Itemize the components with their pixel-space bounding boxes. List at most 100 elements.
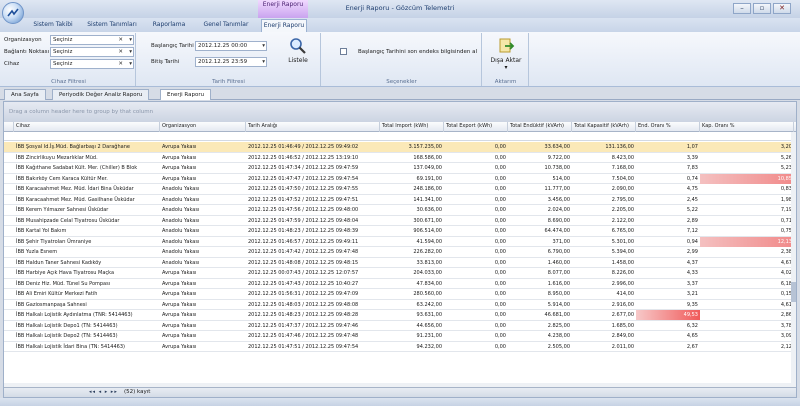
column-header[interactable]: Kap. Oranı %	[700, 122, 794, 132]
cell-total-import[interactable]: 30.636,00	[380, 205, 444, 215]
table-row[interactable]: İBB Halkalı Lojistik Depo2 (TN: 5414463)…	[4, 331, 794, 342]
cell-device[interactable]: İBB Haldun Taner Sahnesi Kadıköy	[14, 258, 160, 268]
cell-inductive-ratio[interactable]: 3,39	[636, 153, 700, 163]
cell-capacitive-ratio[interactable]: 0,83	[700, 184, 794, 194]
auto-filter-row[interactable]	[4, 132, 796, 141]
cell-total-capacitive[interactable]: 5.301,00	[572, 237, 636, 247]
cell-inductive-ratio[interactable]: 2,67	[636, 342, 700, 352]
cell-capacitive-ratio[interactable]: 5,26	[700, 153, 794, 163]
cell-date-range[interactable]: 2012.12.25 01:47:51 / 2012.12.25 09:47:5…	[246, 342, 380, 352]
cell-total-inductive[interactable]: 46.681,00	[508, 310, 572, 320]
table-row[interactable]: İBB Bakırköy Cem Karaca Kültür Mer. Avrup…	[4, 173, 794, 184]
start-date-checkbox[interactable]	[340, 48, 347, 55]
cell-capacitive-ratio[interactable]: 3,20	[700, 142, 794, 152]
cell-total-capacitive[interactable]: 2.849,00	[572, 331, 636, 341]
cell-total-inductive[interactable]: 8.690,00	[508, 216, 572, 226]
cell-capacitive-ratio[interactable]: 1,98	[700, 195, 794, 205]
cell-capacitive-ratio[interactable]: 7,19	[700, 205, 794, 215]
cell-total-import[interactable]: 69.191,00	[380, 174, 444, 184]
cell-total-export[interactable]: 0,00	[444, 184, 508, 194]
cell-device[interactable]: İBB Gaziosmanpaşa Sahnesi	[14, 300, 160, 310]
cell-total-import[interactable]: 47.834,00	[380, 279, 444, 289]
cell-inductive-ratio[interactable]: 9,35	[636, 300, 700, 310]
cell-total-capacitive[interactable]: 7.168,00	[572, 163, 636, 173]
cell-device[interactable]: İBB Deniz Hiz. Müd. Tünel Su Pompası	[14, 279, 160, 289]
cell-date-range[interactable]: 2012.12.25 01:46:57 / 2012.12.25 09:49:1…	[246, 237, 380, 247]
cell-device[interactable]: İBB Ali Emiri Kültür Merkezi Fatih	[14, 289, 160, 299]
cell-total-inductive[interactable]: 5.914,00	[508, 300, 572, 310]
cell-total-export[interactable]: 0,00	[444, 289, 508, 299]
column-header[interactable]: Total Export (kWh)	[444, 122, 508, 132]
cell-total-import[interactable]: 93.631,00	[380, 310, 444, 320]
cell-organization[interactable]: Avrupa Yakası	[160, 163, 246, 173]
cell-organization[interactable]: Avrupa Yakası	[160, 289, 246, 299]
table-row[interactable]: İBB Haldun Taner Sahnesi Kadıköy Anadolu …	[4, 258, 794, 268]
table-row[interactable]: İBB Şehir Tiyatroları Ümraniye Anadolu Ya…	[4, 236, 794, 247]
table-row[interactable]: İBB Kartal Yol Bakım Anadolu Yakası 2012.1…	[4, 226, 794, 237]
cell-organization[interactable]: Anadolu Yakası	[160, 184, 246, 194]
cell-total-inductive[interactable]: 371,00	[508, 237, 572, 247]
cell-organization[interactable]: Anadolu Yakası	[160, 205, 246, 215]
cell-total-inductive[interactable]: 33.634,00	[508, 142, 572, 152]
table-row[interactable]: İBB Halkalı Lojistik Depo1 (TN: 5414463)…	[4, 321, 794, 331]
minimize-button[interactable]: –	[733, 3, 751, 14]
clear-icon[interactable]: ✕	[118, 60, 123, 68]
chevron-down-icon[interactable]: ▾	[262, 58, 265, 66]
cell-total-export[interactable]: 0,00	[444, 247, 508, 257]
table-row[interactable]: İBB Karacaahmet Mez. Müd. Gasilhane Üskü…	[4, 195, 794, 205]
table-row[interactable]: İBB Halkalı Lojistik İdari Bina (TN: 541…	[4, 342, 794, 352]
cell-capacitive-ratio[interactable]: 5,23	[700, 163, 794, 173]
cell-total-import[interactable]: 94.232,00	[380, 342, 444, 352]
cell-total-import[interactable]: 168.586,00	[380, 153, 444, 163]
group-panel[interactable]: Drag a column header here to group by th…	[4, 102, 796, 122]
cell-total-export[interactable]: 0,00	[444, 268, 508, 278]
cell-total-capacitive[interactable]: 2.795,00	[572, 195, 636, 205]
cell-date-range[interactable]: 2012.12.25 01:47:52 / 2012.12.25 09:47:5…	[246, 195, 380, 205]
column-header[interactable]: Total Kapasitif (kVArh)	[572, 122, 636, 132]
column-header[interactable]: End. Oranı %	[636, 122, 700, 132]
organization-combo[interactable]: Seçiniz ✕ ▾	[50, 35, 134, 45]
table-row[interactable]: İBB Musahipzade Celal Tiyatrosu Üsküdar A…	[4, 216, 794, 226]
cell-total-capacitive[interactable]: 7.504,00	[572, 174, 636, 184]
table-row[interactable]: İBB Kerem Yılmazer Sahnesi Üsküdar Anadol…	[4, 205, 794, 216]
cell-inductive-ratio[interactable]: 2,89	[636, 216, 700, 226]
cell-total-import[interactable]: 300.671,00	[380, 216, 444, 226]
cell-organization[interactable]: Avrupa Yakası	[160, 268, 246, 278]
tab-genel-tanimlar[interactable]: Genel Tanımlar	[198, 19, 254, 31]
cell-organization[interactable]: Avrupa Yakası	[160, 300, 246, 310]
column-header[interactable]: Total Endüktif (kVArh)	[508, 122, 572, 132]
cell-inductive-ratio[interactable]: 3,21	[636, 289, 700, 299]
list-button[interactable]: Listele	[283, 37, 313, 69]
cell-capacitive-ratio[interactable]: 2,38	[700, 247, 794, 257]
table-row[interactable]: İBB Şosyal Id.İş.Müd. Bağlarbaşı 2 Darağ…	[4, 142, 794, 153]
tab-periyodik-deger[interactable]: Periyodik Değer Analiz Raporu	[52, 89, 150, 100]
cell-total-capacitive[interactable]: 2.996,00	[572, 279, 636, 289]
cell-device[interactable]: İBB Zincirlikuyu Mezarlıklar Müd.	[14, 153, 160, 163]
cell-total-inductive[interactable]: 4.238,00	[508, 331, 572, 341]
cell-device[interactable]: İBB Kağıthane Sadabat Kült. Mer. (Chille…	[14, 163, 160, 173]
tab-ana-sayfa[interactable]: Ana Sayfa	[4, 89, 46, 100]
cell-capacitive-ratio[interactable]: 6,18	[700, 279, 794, 289]
column-header[interactable]: Cihaz	[14, 122, 160, 132]
cell-total-export[interactable]: 0,00	[444, 205, 508, 215]
cell-total-inductive[interactable]: 8.077,00	[508, 268, 572, 278]
record-navigator[interactable]: ◂◂ ◂ ▸ ▸▸	[89, 389, 118, 395]
cell-device[interactable]: İBB Karacaahmet Mez. Müd. İdari Bina Üsk…	[14, 184, 160, 194]
cell-organization[interactable]: Avrupa Yakası	[160, 142, 246, 152]
cell-date-range[interactable]: 2012.12.25 01:47:43 / 2012.12.25 10:40:2…	[246, 279, 380, 289]
cell-total-capacitive[interactable]: 131.136,00	[572, 142, 636, 152]
cell-capacitive-ratio[interactable]: 4,61	[700, 300, 794, 310]
table-row[interactable]: İBB Ali Emiri Kültür Merkezi Fatih Avrupa…	[4, 289, 794, 300]
cell-organization[interactable]: Anadolu Yakası	[160, 247, 246, 257]
cell-total-import[interactable]: 63.242,00	[380, 300, 444, 310]
cell-date-range[interactable]: 2012.12.25 01:47:34 / 2012.12.25 09:47:5…	[246, 163, 380, 173]
cell-inductive-ratio[interactable]: 4,33	[636, 268, 700, 278]
chevron-down-icon[interactable]: ▾	[129, 60, 132, 68]
cell-total-inductive[interactable]: 6.790,00	[508, 247, 572, 257]
cell-device[interactable]: İBB Kartal Yol Bakım	[14, 226, 160, 236]
cell-total-capacitive[interactable]: 2.011,00	[572, 342, 636, 352]
cell-total-export[interactable]: 0,00	[444, 174, 508, 184]
cell-inductive-ratio[interactable]: 7,83	[636, 163, 700, 173]
cell-date-range[interactable]: 2012.12.25 01:48:23 / 2012.12.25 09:48:2…	[246, 310, 380, 320]
cell-total-import[interactable]: 906.514,00	[380, 226, 444, 236]
